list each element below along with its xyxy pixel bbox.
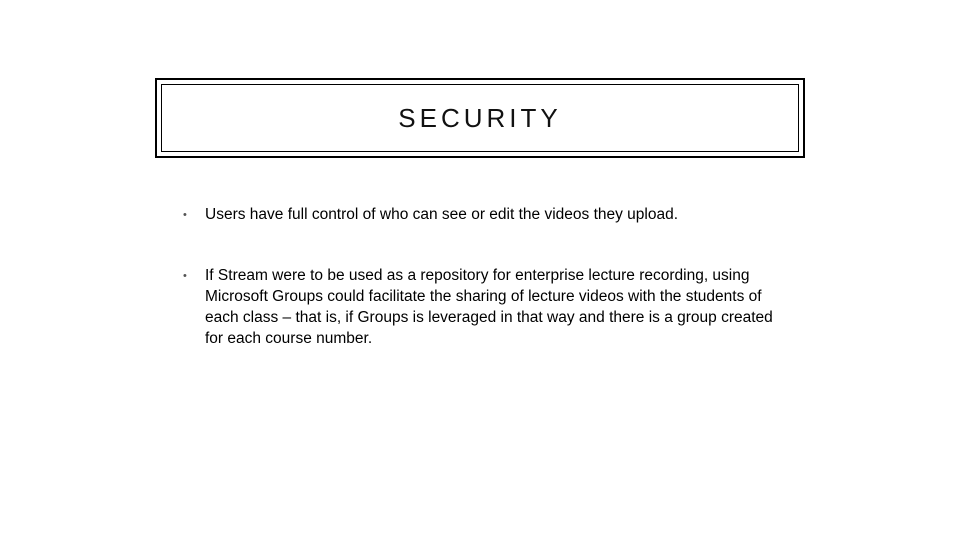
slide-body: Users have full control of who can see o… bbox=[175, 205, 785, 390]
slide-title: SECURITY bbox=[398, 103, 561, 134]
bullet-item: Users have full control of who can see o… bbox=[175, 205, 785, 226]
title-frame-inner: SECURITY bbox=[161, 84, 799, 152]
title-frame-outer: SECURITY bbox=[155, 78, 805, 158]
bullet-item: If Stream were to be used as a repositor… bbox=[175, 266, 785, 350]
slide: SECURITY Users have full control of who … bbox=[0, 0, 960, 540]
bullet-list: Users have full control of who can see o… bbox=[175, 205, 785, 350]
